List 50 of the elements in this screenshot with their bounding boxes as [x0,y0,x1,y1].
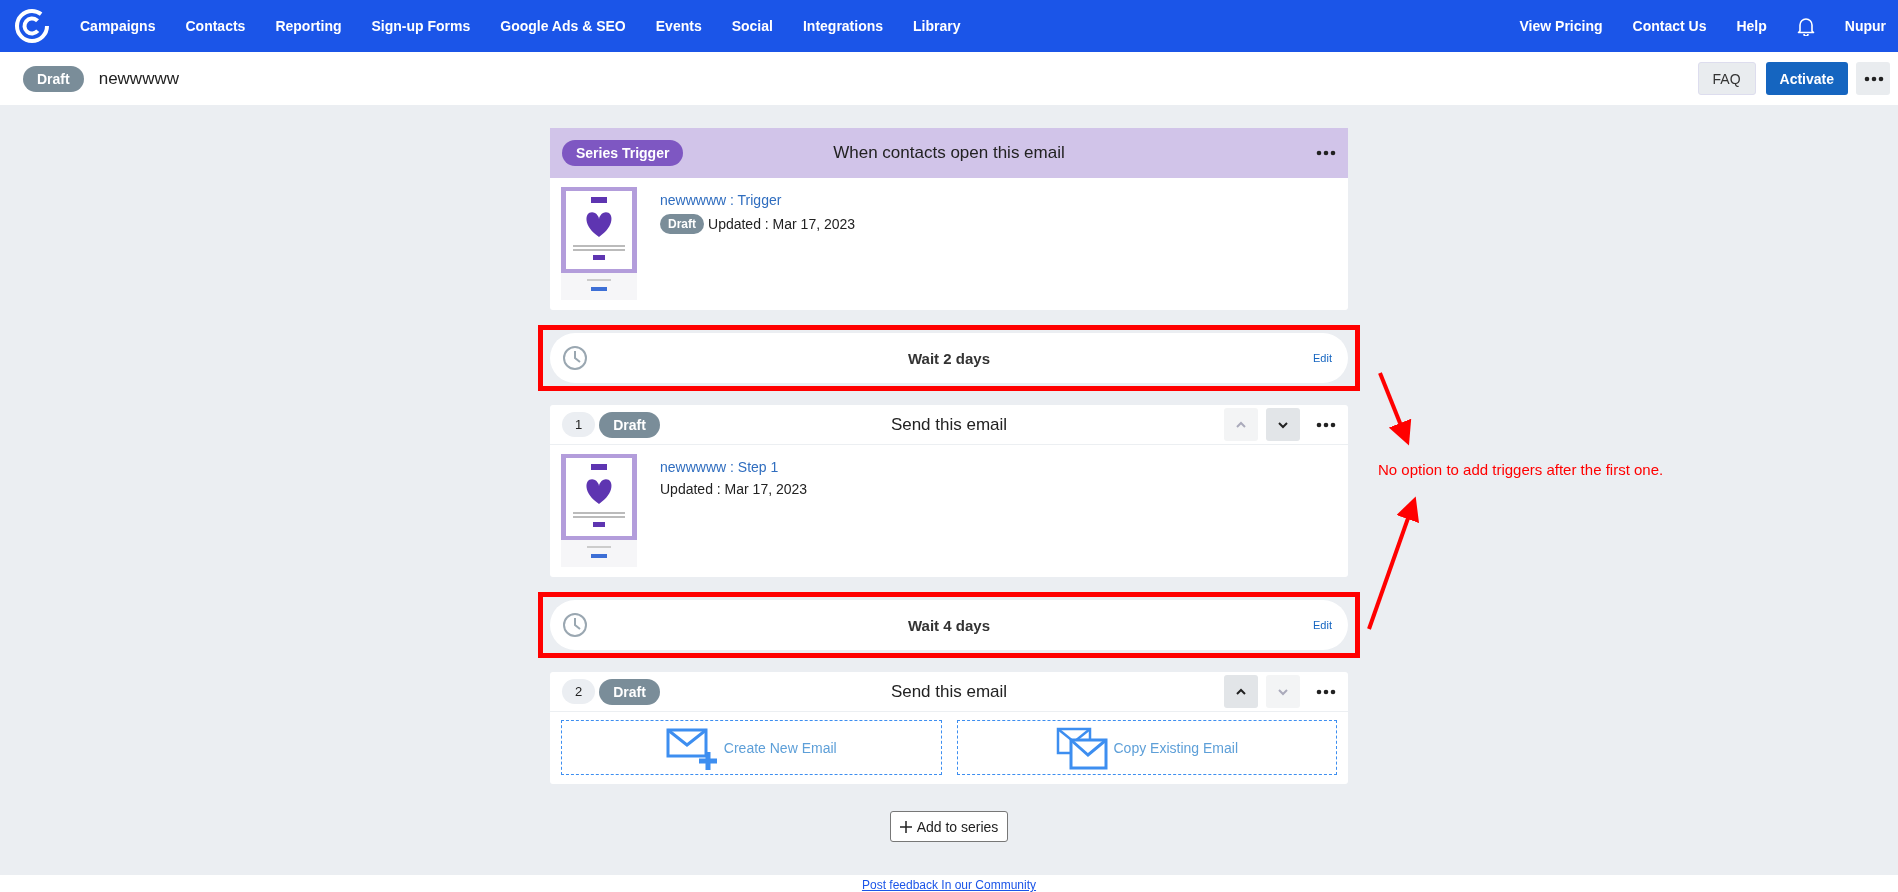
nav-link[interactable]: Integrations [802,18,884,34]
nav-link[interactable]: Events [655,18,702,34]
step-title: Send this email [890,681,1008,702]
nav-link[interactable]: Campaigns [80,18,156,34]
logo-icon[interactable] [14,8,50,44]
nav-link[interactable]: Social [731,18,773,34]
email-link[interactable]: newwwww : Step 1 [660,459,808,475]
annotation-text: No option to add triggers after the first one. [1378,461,1664,478]
more-icon[interactable] [1316,150,1336,156]
wait-label: Wait 4 days [908,616,990,634]
status-badge: Draft [599,678,660,705]
nav-link[interactable]: Contacts [185,18,246,34]
clock-icon [562,345,588,371]
nav-link[interactable]: Help [1736,18,1767,34]
nav-link[interactable]: Google Ads & SEO [500,18,626,34]
step-number: 1 [562,412,596,437]
wait-label: Wait 2 days [908,349,990,367]
email-link[interactable]: newwwww : Trigger [660,192,856,208]
status-badge: Draft [599,411,660,438]
more-icon[interactable] [1316,688,1336,695]
nav-link[interactable]: Contact Us [1632,18,1707,34]
more-button[interactable] [1856,62,1890,95]
step-title: Send this email [890,414,1008,435]
clock-icon [562,612,588,638]
updated-date: Updated : Mar 17, 2023 [660,481,808,497]
feedback-link[interactable]: Post feedback In our Community [861,878,1037,892]
more-icon[interactable] [1316,421,1336,428]
user-menu[interactable]: Nupur [1844,18,1886,34]
more-icon [1864,75,1884,82]
trigger-badge: Series Trigger [562,140,684,166]
step-number: 2 [562,679,596,704]
add-to-series-button[interactable]: Add to series [889,811,1009,842]
envelopes-icon [1055,725,1108,770]
edit-link[interactable]: Edit [1313,352,1332,364]
nav-link[interactable]: View Pricing [1519,18,1603,34]
edit-link[interactable]: Edit [1313,619,1332,631]
trigger-title: When contacts open this email [833,143,1065,163]
nav-link[interactable]: Reporting [275,18,342,34]
status-badge: Draft [660,214,704,234]
move-down-button[interactable] [1266,408,1300,441]
bell-icon[interactable] [1796,16,1815,36]
nav-link[interactable]: Sign-up Forms [371,18,471,34]
faq-button[interactable]: FAQ [1697,62,1756,95]
activate-button[interactable]: Activate [1765,62,1848,95]
status-badge: Draft [23,65,84,92]
plus-icon [899,820,912,833]
move-up-button[interactable] [1224,675,1258,708]
updated-date: Updated : Mar 17, 2023 [708,216,856,232]
nav-link[interactable]: Library [913,18,961,34]
campaign-title: newwwww [98,68,180,89]
